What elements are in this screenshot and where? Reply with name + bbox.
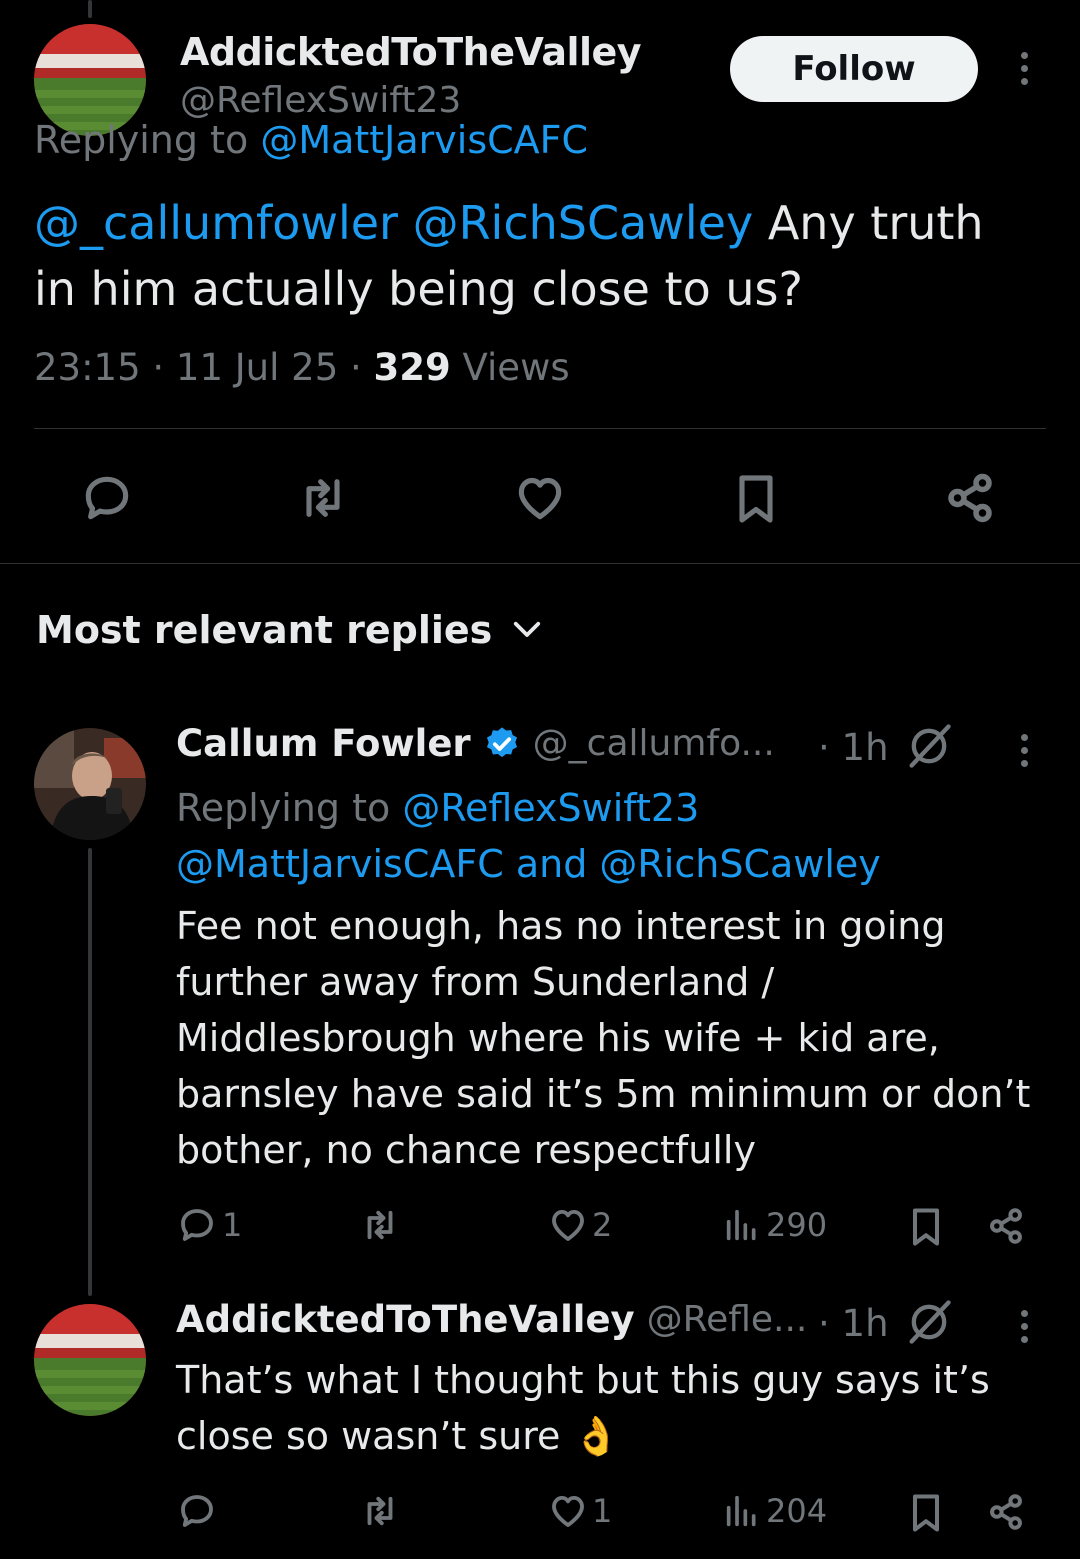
reply-text-line: That’s what I thought but this guy says … bbox=[176, 1358, 990, 1402]
tweet-text: @_callumfowler @RichSCawley Any truth in… bbox=[34, 190, 1054, 322]
share-icon[interactable] bbox=[984, 1204, 1028, 1252]
reply-text: Fee not enough, has no interest in going… bbox=[176, 898, 1066, 1178]
tweet-mentions[interactable]: @_callumfowler @RichSCawley bbox=[34, 196, 753, 250]
reply-header: Callum Fowler @_callumfo... bbox=[176, 722, 775, 765]
replies-sort-dropdown[interactable]: Most relevant replies bbox=[36, 608, 542, 652]
share-icon[interactable] bbox=[940, 468, 1000, 532]
tweet-text-line1: Any truth bbox=[753, 196, 984, 250]
reply-text-line: close so wasn’t sure 👌 bbox=[176, 1414, 620, 1458]
tweet-text-line2: in him actually being close to us? bbox=[34, 262, 803, 316]
reply-text-line: Middlesbrough where his wife + kid are, bbox=[176, 1016, 940, 1060]
bookmark-icon[interactable] bbox=[904, 1490, 948, 1540]
thread-line bbox=[88, 848, 92, 1296]
replying-to-link[interactable]: @RichSCawley bbox=[599, 842, 880, 886]
views-label: Views bbox=[450, 346, 570, 389]
retweet-icon bbox=[367, 1496, 393, 1526]
like-count: 1 bbox=[592, 1492, 613, 1530]
bookmark-icon[interactable] bbox=[904, 1204, 948, 1254]
verified-badge-icon bbox=[483, 725, 521, 763]
divider bbox=[34, 428, 1046, 429]
tweet-meta: 23:15 · 11 Jul 25 · 329 Views bbox=[34, 346, 570, 389]
chevron-down-icon bbox=[512, 620, 542, 640]
reply-author-handle[interactable]: @_callumfo... bbox=[533, 723, 775, 764]
reply-text: That’s what I thought but this guy says … bbox=[176, 1352, 1066, 1464]
bookmark-icon[interactable] bbox=[728, 470, 784, 532]
like-button[interactable]: 1 bbox=[546, 1490, 612, 1532]
author-name[interactable]: AddicktedToTheValley bbox=[180, 30, 642, 74]
reply-author-name[interactable]: AddicktedToTheValley bbox=[176, 1298, 635, 1341]
replying-to: Replying to @MattJarvisCAFC bbox=[34, 118, 588, 162]
reply-age[interactable]: · 1h bbox=[818, 726, 889, 769]
replies-sort-label: Most relevant replies bbox=[36, 608, 493, 652]
replying-to-link[interactable]: @ReflexSwift23 bbox=[402, 786, 699, 830]
like-button[interactable]: 2 bbox=[546, 1204, 612, 1246]
more-options-icon[interactable] bbox=[1018, 1310, 1030, 1343]
stadium-avatar-image bbox=[34, 1304, 146, 1416]
tweet-time[interactable]: 23:15 · 11 Jul 25 · bbox=[34, 346, 374, 389]
like-icon[interactable] bbox=[510, 470, 570, 530]
grok-icon[interactable] bbox=[902, 720, 956, 776]
reply-button[interactable]: 1 bbox=[176, 1204, 242, 1246]
view-count: 290 bbox=[766, 1206, 828, 1244]
reply-icon bbox=[181, 1495, 213, 1527]
like-count: 2 bbox=[592, 1206, 613, 1244]
reply-text-line: Fee not enough, has no interest in going bbox=[176, 904, 946, 948]
avatar[interactable] bbox=[34, 728, 146, 840]
like-icon bbox=[552, 1209, 584, 1241]
reply-author-name[interactable]: Callum Fowler bbox=[176, 722, 471, 765]
replying-prefix: Replying to bbox=[34, 118, 261, 162]
reply-header: AddicktedToTheValley @Refle... bbox=[176, 1298, 807, 1341]
reply-count: 1 bbox=[222, 1206, 243, 1244]
reply-icon[interactable] bbox=[78, 470, 136, 530]
reply-icon bbox=[181, 1209, 213, 1241]
replying-prefix: Replying to bbox=[176, 786, 403, 830]
retweet-icon[interactable] bbox=[292, 470, 354, 530]
avatar[interactable] bbox=[34, 1304, 146, 1416]
views-button[interactable]: 204 bbox=[722, 1490, 827, 1532]
grok-icon[interactable] bbox=[902, 1296, 956, 1352]
views-button[interactable]: 290 bbox=[722, 1204, 827, 1246]
reply-age[interactable]: · 1h bbox=[818, 1302, 889, 1345]
share-icon[interactable] bbox=[984, 1490, 1028, 1538]
reply-text-line: barnsley have said it’s 5m minimum or do… bbox=[176, 1072, 1031, 1116]
replying-to-link[interactable]: @MattJarvisCAFC bbox=[176, 842, 504, 886]
more-options-icon[interactable] bbox=[1018, 734, 1030, 767]
reply-button[interactable] bbox=[176, 1490, 218, 1532]
views-icon bbox=[726, 1495, 756, 1527]
reply-author-handle[interactable]: @Refle... bbox=[647, 1299, 808, 1340]
retweet-icon bbox=[367, 1210, 393, 1240]
view-count: 204 bbox=[766, 1492, 828, 1530]
author-handle[interactable]: @ReflexSwift23 bbox=[180, 80, 461, 121]
more-options-icon[interactable] bbox=[1018, 52, 1030, 85]
replying-and: and bbox=[503, 842, 600, 886]
retweet-button[interactable] bbox=[356, 1490, 404, 1532]
reply-text-line: bother, no chance respectfully bbox=[176, 1128, 756, 1172]
views-icon bbox=[726, 1209, 756, 1241]
reply-replying-to: Replying to @ReflexSwift23 @MattJarvisCA… bbox=[176, 780, 881, 892]
views-count: 329 bbox=[373, 346, 451, 389]
follow-button[interactable]: Follow bbox=[730, 36, 978, 102]
replying-to-link[interactable]: @MattJarvisCAFC bbox=[260, 118, 588, 162]
reply-text-line: further away from Sunderland / bbox=[176, 960, 775, 1004]
like-icon bbox=[552, 1495, 584, 1527]
divider bbox=[0, 563, 1080, 564]
profile-photo-image bbox=[34, 728, 146, 840]
thread-line-top bbox=[88, 0, 92, 18]
retweet-button[interactable] bbox=[356, 1204, 404, 1246]
